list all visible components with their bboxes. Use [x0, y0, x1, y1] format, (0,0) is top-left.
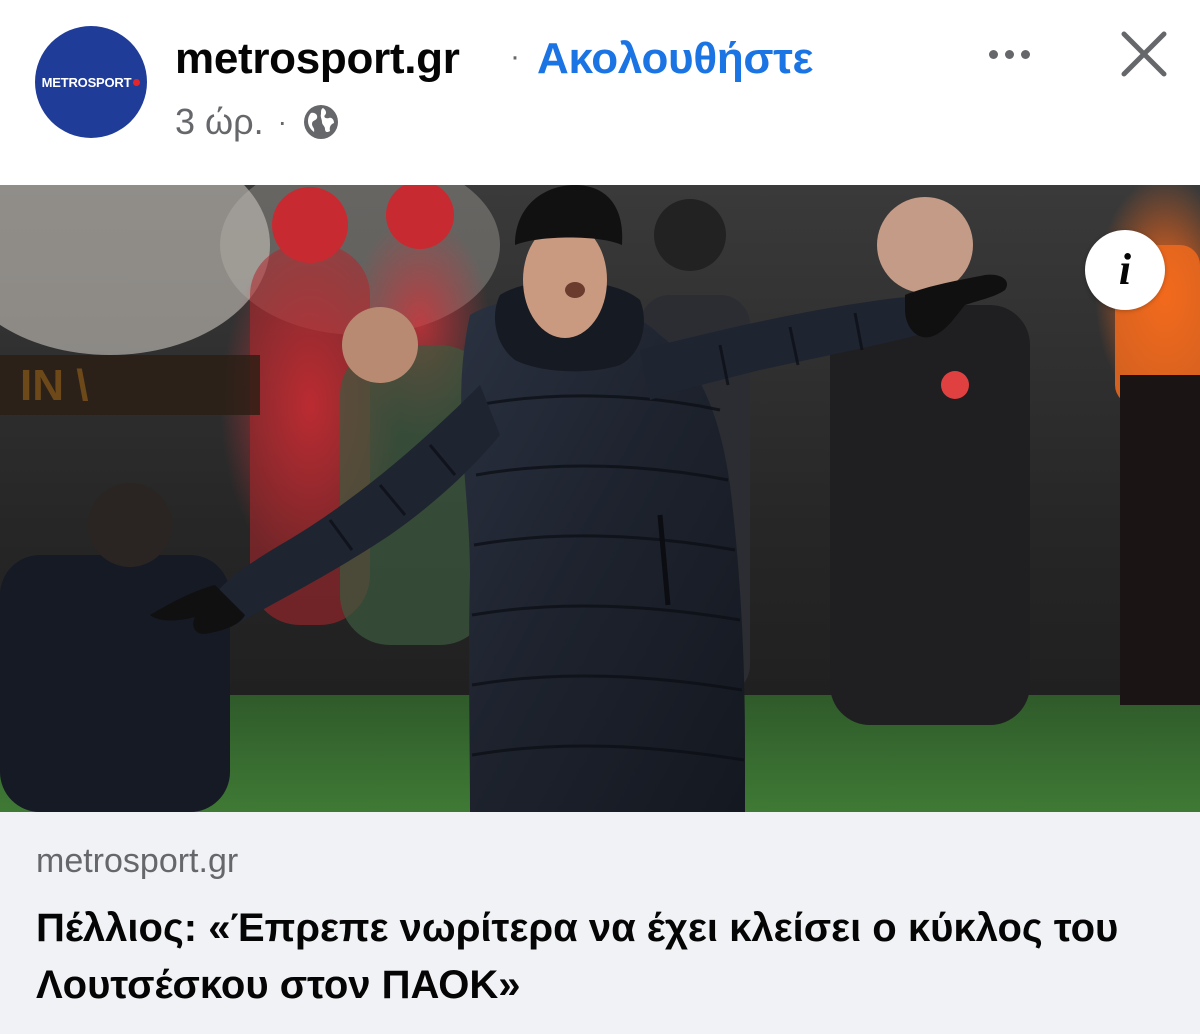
more-options-icon-dot-2 [1004, 49, 1014, 59]
more-options-button[interactable] [977, 32, 1041, 76]
name-separator: · [510, 40, 520, 73]
svg-text:IN \: IN \ [20, 361, 88, 410]
page-avatar[interactable]: METROSPORT [35, 26, 147, 138]
post-meta: 3 ώρ. · [175, 101, 341, 143]
page-name-link[interactable]: metrosport.gr [175, 34, 460, 84]
link-preview[interactable]: metrosport.gr Πέλλιος: «Έπρεπε νωρίτερα … [0, 812, 1200, 1034]
link-domain: metrosport.gr [36, 842, 239, 880]
coach-photo: IN \ [0, 185, 1200, 812]
link-title: Πέλλιος: «Έπρεπε νωρίτερα να έχει κλείσε… [36, 906, 1119, 1007]
avatar-logo: METROSPORT [42, 75, 141, 90]
more-options-icon-dot-3 [1020, 49, 1030, 59]
post-header: METROSPORT metrosport.gr · Ακολουθήστε 3… [0, 0, 1200, 185]
post-image[interactable]: IN \ i [0, 185, 1200, 812]
meta-separator: · [277, 106, 287, 137]
info-icon: i [1118, 245, 1132, 294]
more-options-icon-dot-1 [988, 49, 998, 59]
globe-icon[interactable] [301, 102, 341, 142]
ad-info-button[interactable]: i [1085, 230, 1165, 310]
close-icon[interactable] [1112, 22, 1176, 86]
follow-button[interactable]: Ακολουθήστε [537, 34, 813, 84]
post-timestamp[interactable]: 3 ώρ. [175, 101, 264, 143]
avatar-logo-text: METROSPORT [41, 74, 132, 90]
avatar-logo-dot [133, 78, 141, 86]
